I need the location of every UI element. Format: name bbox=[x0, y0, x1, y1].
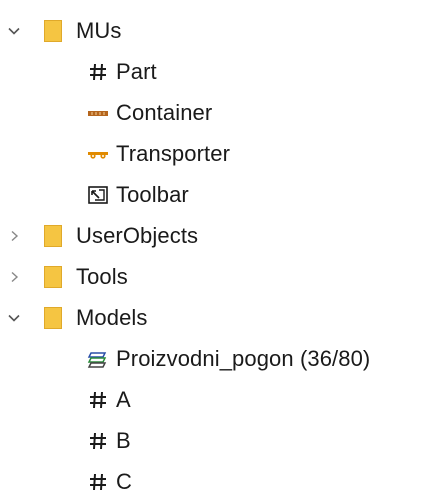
tree-node-transporter[interactable]: Transporter bbox=[0, 133, 448, 174]
tree-node-label: Proizvodni_pogon (36/80) bbox=[116, 345, 371, 371]
tree-node-label: UserObjects bbox=[76, 222, 199, 248]
folder-icon bbox=[44, 224, 62, 247]
tree-node-label: Models bbox=[76, 304, 148, 330]
folder-icon bbox=[44, 306, 62, 329]
tree-node-b[interactable]: B bbox=[0, 420, 448, 461]
tree-node-label: Container bbox=[116, 99, 213, 125]
tree-node-label: Transporter bbox=[116, 140, 230, 166]
tree-node-models[interactable]: Models bbox=[0, 297, 448, 338]
tree-node-a[interactable]: A bbox=[0, 379, 448, 420]
tree-node-container[interactable]: Container bbox=[0, 92, 448, 133]
tree-node-label: A bbox=[116, 386, 131, 412]
chevron-right-icon[interactable] bbox=[6, 269, 22, 285]
hash-icon bbox=[86, 471, 110, 493]
tree-node-label: C bbox=[116, 468, 132, 494]
container-icon bbox=[86, 102, 110, 124]
folder-icon bbox=[44, 19, 62, 42]
tree-node-label: B bbox=[116, 427, 131, 453]
tree-node-part[interactable]: Part bbox=[0, 51, 448, 92]
hash-icon bbox=[86, 61, 110, 83]
tree-node-label: Toolbar bbox=[116, 181, 189, 207]
tree-node-c[interactable]: C bbox=[0, 461, 448, 502]
transporter-icon bbox=[86, 143, 110, 165]
tree-node-label: Part bbox=[116, 58, 157, 84]
tree-node-label: MUs bbox=[76, 17, 122, 43]
chevron-down-icon[interactable] bbox=[6, 310, 22, 326]
class-library-tree: MUs Part Container Transporter Toolbar U bbox=[0, 10, 448, 502]
hash-icon bbox=[86, 430, 110, 452]
tree-node-tools[interactable]: Tools bbox=[0, 256, 448, 297]
folder-icon bbox=[44, 265, 62, 288]
toolbar-icon bbox=[86, 184, 110, 206]
hash-icon bbox=[86, 389, 110, 411]
tree-node-userobjects[interactable]: UserObjects bbox=[0, 215, 448, 256]
tree-node-label: Tools bbox=[76, 263, 128, 289]
chevron-down-icon[interactable] bbox=[6, 23, 22, 39]
chevron-right-icon[interactable] bbox=[6, 228, 22, 244]
frame-icon bbox=[86, 348, 110, 370]
tree-node-toolbar[interactable]: Toolbar bbox=[0, 174, 448, 215]
tree-node-mus[interactable]: MUs bbox=[0, 10, 448, 51]
tree-node-proizvodni-pogon[interactable]: Proizvodni_pogon (36/80) bbox=[0, 338, 448, 379]
